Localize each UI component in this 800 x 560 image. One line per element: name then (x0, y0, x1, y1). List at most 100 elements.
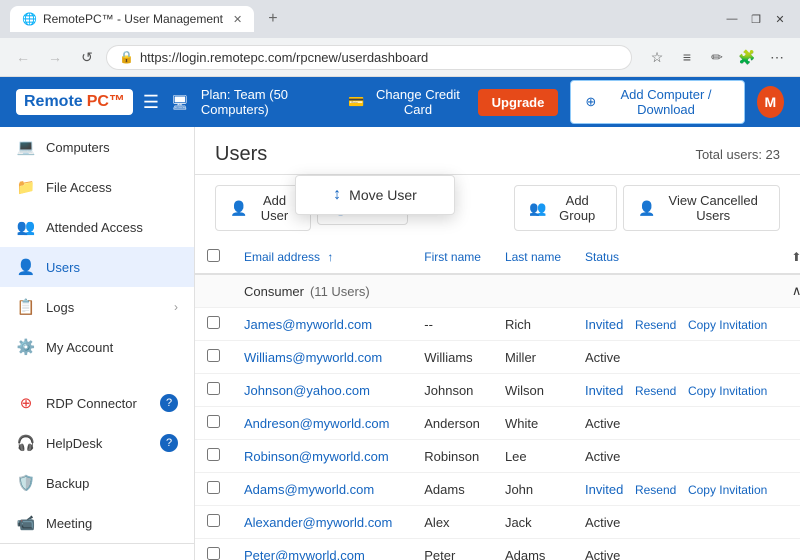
sidebar-item-meeting[interactable]: 📹 Meeting (0, 503, 194, 543)
th-actions: ⬆ (779, 241, 800, 274)
sidebar-item-helpdesk[interactable]: 🎧 HelpDesk ? (0, 423, 194, 463)
add-group-btn[interactable]: 👥 Add Group (514, 185, 617, 231)
browser-nav: ← → ↺ 🔒 https://login.remotepc.com/rpcne… (0, 38, 800, 76)
row-status-actions: Active (573, 539, 779, 560)
table-row: Robinson@myworld.com Robinson Lee Active (195, 440, 800, 473)
move-user-popup-label: ↕ Move User (333, 186, 417, 204)
table-row: James@myworld.com -- Rich Invited Resend… (195, 308, 800, 341)
row-extra (779, 341, 800, 374)
row-status-actions: Active (573, 407, 779, 440)
row-extra (779, 440, 800, 473)
back-btn[interactable]: ← (10, 44, 36, 70)
view-cancelled-icon: 👤 (638, 200, 655, 217)
users-icon: 👤 (16, 257, 36, 277)
table-row: Williams@myworld.com Williams Miller Act… (195, 341, 800, 374)
sidebar-item-logs[interactable]: 📋 Logs › (0, 287, 194, 327)
logo-remote: Remote (24, 93, 83, 111)
window-controls: — ❐ ✕ (722, 9, 790, 29)
extension-icon[interactable]: 🧩 (734, 44, 760, 70)
menu-icon[interactable]: ≡ (674, 44, 700, 70)
lock-icon: 🔒 (119, 50, 134, 64)
more-icon[interactable]: ⋯ (764, 44, 790, 70)
resend-link[interactable]: Resend (635, 483, 676, 497)
forward-btn[interactable]: → (42, 44, 68, 70)
sidebar-label-computers: Computers (46, 140, 178, 155)
row-checkbox[interactable] (207, 349, 220, 362)
sidebar-item-attended-access[interactable]: 👥 Attended Access (0, 207, 194, 247)
hamburger-icon[interactable]: ☰ (143, 92, 159, 113)
rdp-badge[interactable]: ? (160, 394, 178, 412)
copy-invitation-link[interactable]: Copy Invitation (688, 483, 767, 497)
upload-icon[interactable]: ⬆ (791, 250, 800, 264)
status-badge: Invited (585, 482, 623, 497)
row-last-name: White (493, 407, 573, 440)
row-checkbox[interactable] (207, 316, 220, 329)
row-checkbox[interactable] (207, 448, 220, 461)
refresh-btn[interactable]: ↺ (74, 44, 100, 70)
sidebar-item-backup[interactable]: 🛡️ Backup (0, 463, 194, 503)
row-checkbox[interactable] (207, 481, 220, 494)
table-row: Adams@myworld.com Adams John Invited Res… (195, 473, 800, 506)
browser-tab[interactable]: 🌐 RemotePC™ - User Management ✕ (10, 6, 254, 32)
sidebar-item-my-account[interactable]: ⚙️ My Account (0, 327, 194, 367)
plan-icon: 🖥 (171, 94, 189, 111)
row-checkbox-cell (195, 539, 232, 560)
view-cancelled-btn[interactable]: 👤 View Cancelled Users (623, 185, 780, 231)
helpdesk-icon: 🎧 (16, 433, 36, 453)
add-computer-btn[interactable]: ⊕ Add Computer / Download (570, 80, 744, 124)
row-extra (779, 539, 800, 560)
sidebar-item-file-access[interactable]: 📁 File Access (0, 167, 194, 207)
row-checkbox[interactable] (207, 382, 220, 395)
minimize-btn[interactable]: — (722, 9, 742, 29)
tab-title: RemotePC™ - User Management (43, 12, 223, 26)
select-all-checkbox[interactable] (207, 249, 220, 262)
my-account-icon: ⚙️ (16, 337, 36, 357)
row-checkbox[interactable] (207, 514, 220, 527)
sidebar-footer-links: Features Support FAQs (0, 552, 194, 560)
maximize-btn[interactable]: ❐ (746, 9, 766, 29)
sidebar-label-logs: Logs (46, 300, 164, 315)
bookmark-icon[interactable]: ☆ (644, 44, 670, 70)
upgrade-btn[interactable]: Upgrade (478, 89, 559, 116)
logo-area: RemotePC™ ☰ (16, 89, 159, 115)
add-computer-label: Add Computer / Download (602, 87, 729, 117)
status-badge: Active (585, 515, 620, 530)
credit-card-label: Change Credit Card (370, 87, 465, 117)
sidebar-item-rdp-connector[interactable]: ⊕ RDP Connector ? (0, 383, 194, 423)
row-email: Johnson@yahoo.com (232, 374, 412, 407)
sidebar-label-rdp: RDP Connector (46, 396, 150, 411)
row-extra (779, 473, 800, 506)
address-bar[interactable]: 🔒 https://login.remotepc.com/rpcnew/user… (106, 45, 632, 70)
logs-icon: 📋 (16, 297, 36, 317)
th-email[interactable]: Email address ↑ (232, 241, 412, 274)
top-bar: RemotePC™ ☰ 🖥 Plan: Team (50 Computers) … (0, 77, 800, 127)
status-badge: Active (585, 350, 620, 365)
user-avatar[interactable]: M (757, 86, 784, 118)
row-extra (779, 308, 800, 341)
copy-invitation-link[interactable]: Copy Invitation (688, 318, 767, 332)
copy-invitation-link[interactable]: Copy Invitation (688, 384, 767, 398)
row-status-actions: Invited Resend Copy Invitation (573, 374, 779, 407)
edit-icon[interactable]: ✏ (704, 44, 730, 70)
row-checkbox-cell (195, 308, 232, 341)
status-badge: Active (585, 449, 620, 464)
sidebar-item-users[interactable]: 👤 Users (0, 247, 194, 287)
row-checkbox[interactable] (207, 415, 220, 428)
sidebar-item-computers[interactable]: 💻 Computers (0, 127, 194, 167)
row-last-name: Jack (493, 506, 573, 539)
add-group-icon: 👥 (529, 200, 546, 217)
helpdesk-badge[interactable]: ? (160, 434, 178, 452)
change-credit-card-btn[interactable]: 💳 Change Credit Card (348, 87, 465, 117)
row-checkbox-cell (195, 440, 232, 473)
row-checkbox-cell (195, 506, 232, 539)
tab-close-btn[interactable]: ✕ (233, 13, 242, 26)
plan-label: Plan: Team (50 Computers) (201, 87, 336, 117)
resend-link[interactable]: Resend (635, 384, 676, 398)
group-collapse-cell[interactable]: ∧ (779, 274, 800, 308)
close-btn[interactable]: ✕ (770, 9, 790, 29)
resend-link[interactable]: Resend (635, 318, 676, 332)
row-email: Alexander@myworld.com (232, 506, 412, 539)
row-checkbox[interactable] (207, 547, 220, 560)
new-tab-btn[interactable]: + (262, 8, 283, 30)
logo-pc: PC™ (87, 93, 125, 111)
